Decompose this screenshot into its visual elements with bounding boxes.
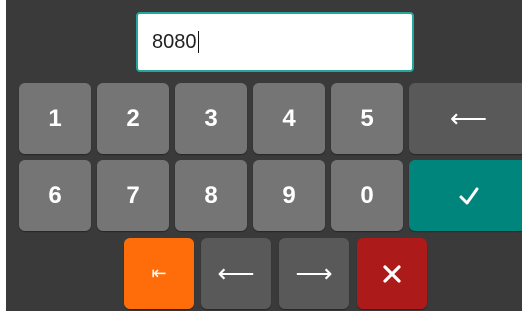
number-input-value: 8080 — [152, 30, 197, 53]
key-label: 1 — [48, 104, 62, 132]
key-label: 8 — [204, 181, 218, 209]
key-label: 6 — [48, 181, 62, 209]
key-0[interactable]: 0 — [331, 160, 403, 231]
arrow-left-icon: ⟵ — [217, 258, 255, 288]
accept-button[interactable] — [409, 160, 522, 231]
arrow-right-icon: ⟶ — [295, 258, 333, 288]
close-x-icon — [382, 264, 402, 284]
key-label: 5 — [360, 104, 374, 132]
key-3[interactable]: 3 — [175, 83, 247, 154]
move-left-button[interactable]: ⟵ — [201, 238, 271, 309]
key-label: 3 — [204, 104, 218, 132]
key-7[interactable]: 7 — [97, 160, 169, 231]
number-input[interactable]: 8080 — [136, 12, 414, 72]
backspace-button[interactable]: ⟵ — [409, 83, 522, 154]
numeric-keypad: 8080 1 2 3 4 5 ⟵ 6 7 8 9 0 ⇤ ⟵ ⟶ — [6, 0, 522, 311]
key-9[interactable]: 9 — [253, 160, 325, 231]
key-6[interactable]: 6 — [19, 160, 91, 231]
key-label: 0 — [360, 181, 374, 209]
move-to-start-button[interactable]: ⇤ — [124, 238, 194, 309]
cancel-button[interactable] — [357, 238, 427, 309]
key-label: 7 — [126, 181, 140, 209]
key-5[interactable]: 5 — [331, 83, 403, 154]
key-2[interactable]: 2 — [97, 83, 169, 154]
key-1[interactable]: 1 — [19, 83, 91, 154]
text-cursor — [197, 31, 199, 53]
move-right-button[interactable]: ⟶ — [279, 238, 349, 309]
key-label: 2 — [126, 104, 140, 132]
key-4[interactable]: 4 — [253, 83, 325, 154]
backspace-arrow-icon: ⟵ — [449, 103, 488, 133]
checkmark-icon — [458, 185, 480, 207]
key-label: 4 — [282, 104, 296, 132]
key-label: 9 — [282, 181, 296, 209]
key-8[interactable]: 8 — [175, 160, 247, 231]
move-to-start-icon: ⇤ — [151, 263, 167, 283]
